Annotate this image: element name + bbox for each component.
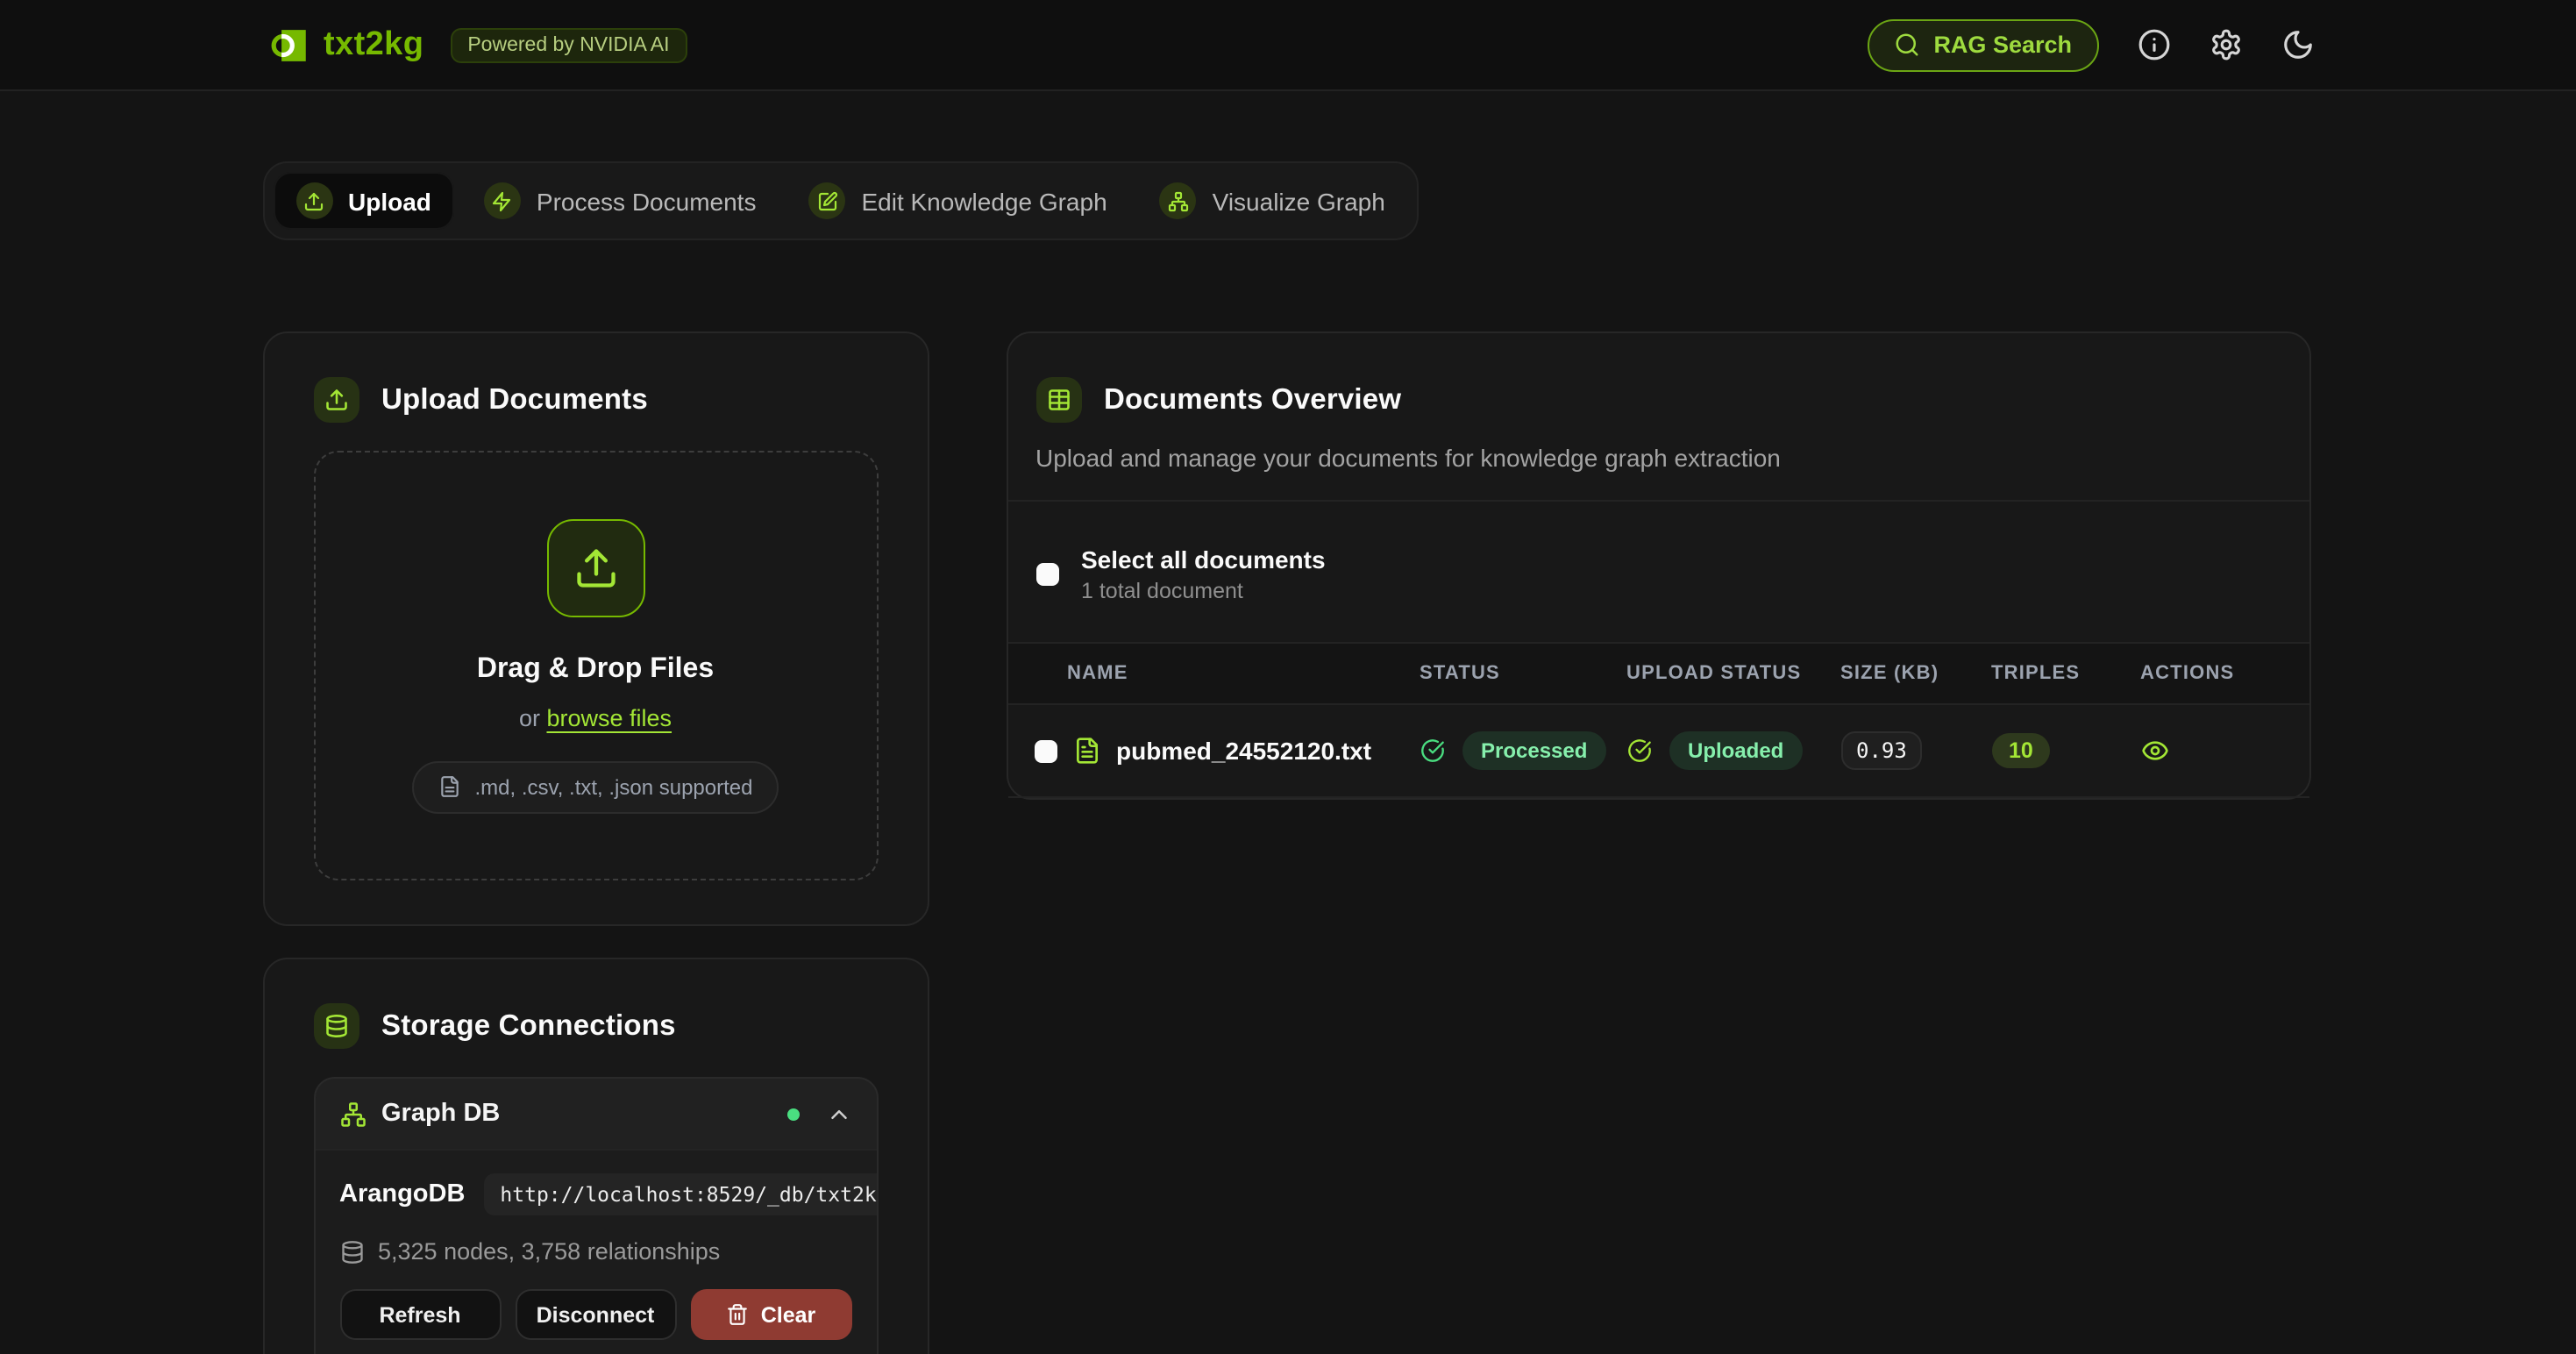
eye-icon (2140, 737, 2168, 765)
table-row: pubmed_24552120.txt Processed (1007, 705, 2309, 798)
column-header-name: NAME (1007, 663, 1398, 684)
clear-button[interactable]: Clear (690, 1289, 851, 1340)
documents-card-title: Documents Overview (1104, 383, 1401, 417)
check-circle-icon (1626, 738, 1651, 763)
moon-icon (2281, 28, 2314, 61)
upload-card-title: Upload Documents (381, 383, 648, 417)
dropzone-subtitle: or browse files (519, 704, 672, 730)
trash-icon (726, 1303, 749, 1326)
chevron-up-icon (825, 1101, 851, 1127)
info-button[interactable] (2137, 28, 2170, 61)
tab-label: Edit Knowledge Graph (861, 187, 1107, 215)
row-checkbox[interactable] (1034, 739, 1057, 762)
document-name: pubmed_24552120.txt (1116, 737, 1371, 765)
table-icon (1035, 377, 1081, 423)
storage-panels: Graph DB ArangoDB (313, 1077, 878, 1354)
dropzone[interactable]: Drag & Drop Files or browse files .md, .… (313, 451, 878, 880)
upload-icon (295, 182, 332, 219)
tab-upload[interactable]: Upload (273, 172, 454, 230)
nvidia-logo-icon (262, 22, 308, 68)
brand: txt2kg Powered by NVIDIA AI (262, 22, 687, 68)
tab-label: Visualize Graph (1213, 187, 1385, 215)
graph-db-status-dot (786, 1108, 799, 1120)
rag-search-button[interactable]: RAG Search (1867, 18, 2098, 71)
column-header-triples: TRIPLES (1970, 663, 2119, 684)
browse-files-link[interactable]: browse files (546, 704, 672, 730)
tab-edit-knowledge-graph[interactable]: Edit Knowledge Graph (786, 172, 1129, 230)
info-icon (2137, 28, 2170, 61)
graph-db-header[interactable]: Graph DB (315, 1079, 876, 1149)
graph-db-label: Graph DB (381, 1100, 500, 1128)
column-header-size: SIZE (KB) (1819, 663, 1970, 684)
network-icon (339, 1101, 366, 1127)
tab-label: Upload (348, 187, 431, 215)
select-all-row: Select all documents 1 total document (1035, 545, 2281, 603)
theme-toggle-button[interactable] (2281, 28, 2314, 61)
gear-icon (2209, 28, 2242, 61)
app-title: txt2kg (324, 25, 423, 64)
storage-connections-card: Storage Connections Graph DB (262, 958, 929, 1354)
edit-icon (808, 182, 845, 219)
settings-button[interactable] (2209, 28, 2242, 61)
upload-icon (313, 377, 359, 423)
dropzone-title: Drag & Drop Files (477, 653, 714, 685)
provider-name: ArangoDB (339, 1180, 465, 1208)
graph-db-body: ArangoDB http://localhost:8529/_db/txt2k… (315, 1151, 876, 1354)
check-circle-icon (1420, 738, 1444, 763)
db-stats: 5,325 nodes, 3,758 relationships (378, 1238, 720, 1265)
select-all-checkbox[interactable] (1035, 563, 1058, 586)
or-label: or (519, 704, 547, 730)
database-icon (339, 1239, 364, 1264)
column-header-actions: ACTIONS (2119, 663, 2309, 684)
clear-label: Clear (761, 1302, 816, 1327)
tab-label: Process Documents (537, 187, 757, 215)
database-icon (313, 1003, 359, 1049)
select-all-label: Select all documents (1081, 545, 1326, 574)
size-value: 0.93 (1840, 731, 1923, 770)
tab-visualize-graph[interactable]: Visualize Graph (1137, 172, 1408, 230)
file-text-icon (1072, 737, 1100, 765)
table-header: NAME STATUS UPLOAD STATUS SIZE (KB) TRIP… (1007, 642, 2309, 705)
zap-icon (484, 182, 521, 219)
disconnect-button[interactable]: Disconnect (515, 1289, 676, 1340)
formats-label: .md, .csv, .txt, .json supported (474, 774, 752, 799)
upload-icon (546, 518, 644, 616)
app-viewport: txt2kg Powered by NVIDIA AI RAG Search (0, 0, 2576, 1354)
upload-status-badge: Uploaded (1669, 731, 1803, 770)
column-header-upload-status: UPLOAD STATUS (1605, 663, 1819, 684)
status-badge: Processed (1462, 731, 1606, 770)
connection-url: http://localhost:8529/_db/txt2kg (484, 1173, 878, 1215)
rag-search-label: RAG Search (1933, 32, 2072, 58)
total-documents-label: 1 total document (1081, 579, 1326, 603)
documents-overview-card: Documents Overview Upload and manage you… (1006, 331, 2310, 800)
network-icon (1160, 182, 1197, 219)
column-header-status: STATUS (1398, 663, 1605, 684)
storage-card-title: Storage Connections (381, 1009, 676, 1043)
search-icon (1893, 32, 1919, 58)
documents-table: NAME STATUS UPLOAD STATUS SIZE (KB) TRIP… (1007, 642, 2309, 798)
documents-card-subtitle: Upload and manage your documents for kno… (1035, 444, 2281, 472)
triples-badge: 10 (1991, 733, 2051, 768)
powered-badge: Powered by NVIDIA AI (450, 27, 687, 62)
supported-formats-badge: .md, .csv, .txt, .json supported (411, 760, 779, 813)
divider (1007, 500, 2309, 502)
tab-bar: Upload Process Documents Edit Knowledge … (262, 161, 1419, 240)
upload-documents-card: Upload Documents Drag & Drop Files or br… (262, 331, 929, 926)
view-document-button[interactable] (2140, 737, 2168, 765)
tab-process-documents[interactable]: Process Documents (461, 172, 779, 230)
file-icon (438, 775, 460, 798)
app-header: txt2kg Powered by NVIDIA AI RAG Search (0, 0, 2576, 91)
refresh-button[interactable]: Refresh (339, 1289, 501, 1340)
